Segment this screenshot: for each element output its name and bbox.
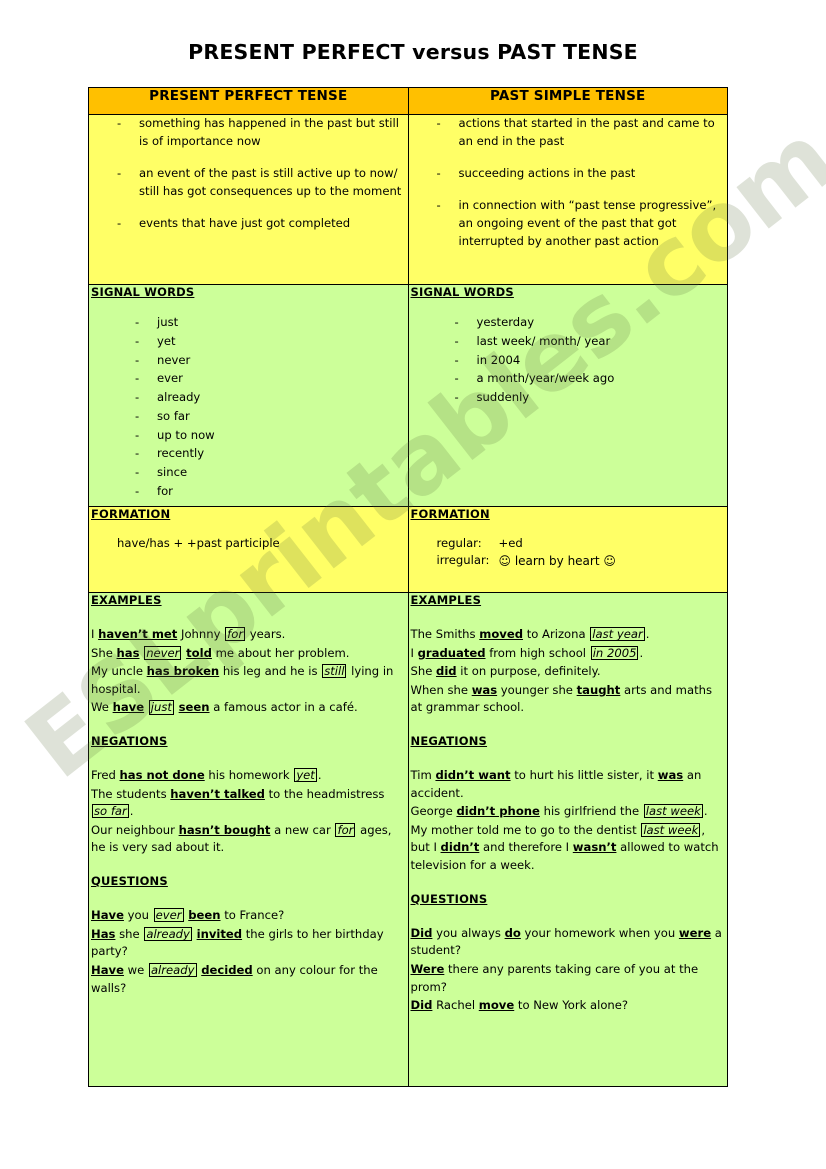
question-sentence: Have we already decided on any colour fo… (91, 962, 378, 995)
example-sentence: I graduated from high school in 2005. (410, 645, 644, 660)
section-heading-negations: NEGATIONS (410, 734, 488, 749)
signal-word-list-past-simple: yesterday last week/ month/ year in 2004… (409, 313, 728, 407)
formation-text-present-perfect: have/has + +past participle (117, 536, 280, 550)
examples-row: EXAMPLES I haven’t met Johnny for years.… (88, 592, 728, 1087)
list-item: for (89, 482, 408, 501)
section-heading-examples: EXAMPLES (91, 593, 162, 607)
section-heading-formation: FORMATION (410, 507, 490, 521)
list-item: already (89, 388, 408, 407)
definition-list-past-simple: actions that started in the past and cam… (409, 115, 728, 251)
negation-sentence: Tim didn’t want to hurt his little siste… (410, 768, 702, 800)
list-item: yet (89, 332, 408, 351)
example-sentence: When she was younger she taught arts and… (410, 682, 713, 715)
table-header-row: PRESENT PERFECT TENSE PAST SIMPLE TENSE (88, 87, 728, 115)
section-heading-formation: FORMATION (91, 507, 171, 521)
formation-row-irregular: irregular: ☺ learn by heart ☺ (437, 552, 728, 570)
question-sentence: Has she already invited the girls to her… (91, 926, 384, 959)
list-item: succeeding actions in the past (409, 165, 728, 183)
page-title: PRESENT PERFECT versus PAST TENSE (188, 40, 638, 64)
example-sentence: We have just seen a famous actor in a ca… (91, 700, 358, 715)
example-sentences-present-perfect: I haven’t met Johnny for years. She has … (89, 626, 408, 717)
signal-words-cell-present-perfect: SIGNAL WORDS just yet never ever already… (88, 284, 409, 507)
definitions-cell-present-perfect: something has happened in the past but s… (88, 114, 409, 285)
negation-sentences-past-simple: Tim didn’t want to hurt his little siste… (409, 767, 728, 875)
header-past-simple: PAST SIMPLE TENSE (407, 87, 728, 115)
examples-cell-present-perfect: EXAMPLES I haven’t met Johnny for years.… (88, 592, 409, 1087)
definition-list-present-perfect: something has happened in the past but s… (89, 115, 408, 233)
formation-label: regular: (436, 536, 482, 550)
list-item: so far (89, 407, 408, 426)
example-sentence: The Smiths moved to Arizona last year. (410, 627, 650, 642)
list-item: an event of the past is still active up … (89, 165, 408, 201)
question-sentence: Were there any parents taking care of yo… (410, 961, 699, 994)
negation-sentence: The students haven’t talked to the headm… (91, 786, 385, 819)
list-item: up to now (89, 426, 408, 445)
examples-cell-past-simple: EXAMPLES The Smiths moved to Arizona las… (407, 592, 728, 1087)
negation-sentence: My mother told me to go to the dentist l… (410, 822, 719, 873)
formation-row-regular: regular: +ed (437, 535, 728, 552)
formation-label: irregular: (436, 553, 490, 568)
list-item: events that have just got completed (89, 215, 408, 233)
list-item: last week/ month/ year (409, 332, 728, 351)
list-item: something has happened in the past but s… (89, 115, 408, 151)
list-item: never (89, 351, 408, 370)
formation-row: FORMATION have/has + +past participle FO… (88, 506, 728, 593)
example-sentence: She did it on purpose, definitely. (410, 664, 601, 679)
list-item: just (89, 313, 408, 332)
negation-sentence: Fred has not done his homework yet. (91, 768, 322, 783)
definitions-row: something has happened in the past but s… (88, 114, 728, 285)
list-item: suddenly (409, 388, 728, 407)
list-item: ever (89, 369, 408, 388)
question-sentence: Did Rachel move to New York alone? (410, 998, 629, 1013)
section-heading-signal-words: SIGNAL WORDS (91, 285, 195, 299)
list-item: yesterday (409, 313, 728, 332)
signal-words-cell-past-simple: SIGNAL WORDS yesterday last week/ month/… (407, 284, 728, 507)
list-item: in 2004 (409, 351, 728, 370)
formation-rows-past-simple: regular: +ed irregular: ☺ learn by heart… (409, 535, 728, 570)
negation-sentence: Our neighbour hasn’t bought a new car fo… (91, 822, 392, 855)
section-heading-questions: QUESTIONS (410, 891, 488, 906)
question-sentences-present-perfect: Have you ever been to France? Has she al… (89, 907, 408, 997)
section-heading-negations: NEGATIONS (91, 734, 168, 749)
list-item: since (89, 463, 408, 482)
definitions-cell-past-simple: actions that started in the past and cam… (407, 114, 728, 285)
formation-value: +ed (498, 536, 523, 550)
tense-comparison-table: PRESENT PERFECT TENSE PAST SIMPLE TENSE … (88, 87, 728, 1087)
example-sentences-past-simple: The Smiths moved to Arizona last year. I… (409, 626, 728, 717)
formation-value: ☺ learn by heart ☺ (498, 554, 616, 569)
question-sentence: Did you always do your homework when you… (410, 925, 722, 958)
list-item: in connection with “past tense progressi… (409, 197, 728, 251)
formation-cell-past-simple: FORMATION regular: +ed irregular: ☺ lear… (407, 506, 728, 593)
example-sentence: She has never told me about her problem. (91, 645, 350, 660)
negation-sentences-present-perfect: Fred has not done his homework yet. The … (89, 767, 408, 857)
question-sentences-past-simple: Did you always do your homework when you… (409, 925, 728, 1015)
formation-cell-present-perfect: FORMATION have/has + +past participle (88, 506, 409, 593)
header-present-perfect: PRESENT PERFECT TENSE (88, 87, 409, 115)
section-heading-examples: EXAMPLES (410, 593, 482, 607)
signal-word-list-present-perfect: just yet never ever already so far up to… (89, 313, 408, 501)
section-heading-signal-words: SIGNAL WORDS (410, 285, 514, 299)
example-sentence: My uncle has broken his leg and he is st… (91, 664, 394, 696)
list-item: actions that started in the past and cam… (409, 115, 728, 151)
negation-sentence: George didn’t phone his girlfriend the l… (410, 804, 708, 819)
question-sentence: Have you ever been to France? (91, 908, 285, 923)
example-sentence: I haven’t met Johnny for years. (91, 627, 286, 642)
signal-words-row: SIGNAL WORDS just yet never ever already… (88, 284, 728, 507)
list-item: recently (89, 444, 408, 463)
list-item: a month/year/week ago (409, 369, 728, 388)
section-heading-questions: QUESTIONS (91, 874, 168, 889)
